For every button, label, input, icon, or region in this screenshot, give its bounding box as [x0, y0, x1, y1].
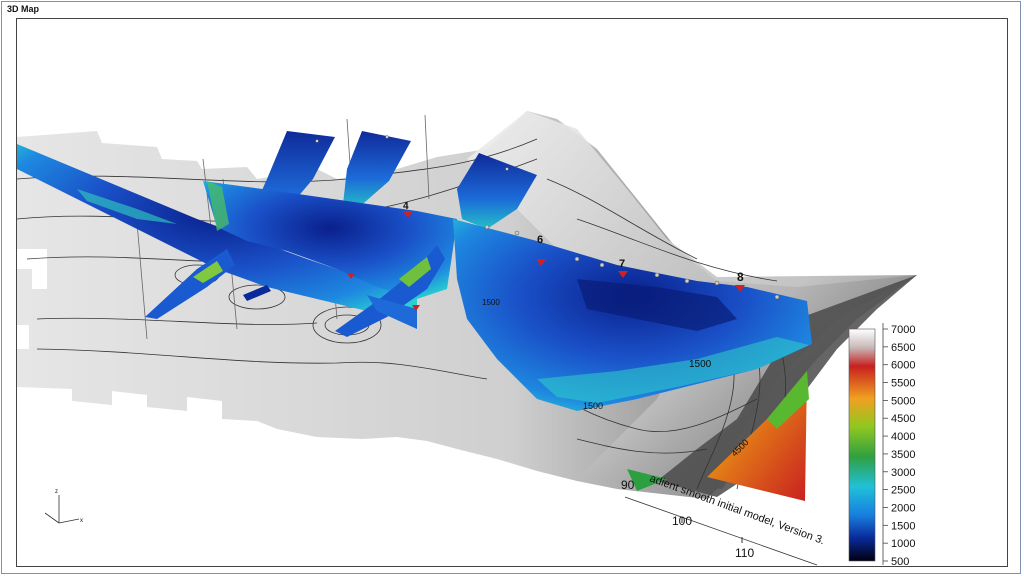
- legend-value-5500: 5500: [891, 378, 915, 390]
- legend-value-6500: 6500: [891, 342, 915, 354]
- window-title: 3D Map: [7, 4, 40, 14]
- legend-value-3500: 3500: [891, 449, 915, 461]
- legend-value-2500: 2500: [891, 485, 915, 497]
- axis-z-label: z: [55, 489, 58, 495]
- contour-label-1500-b: 1500: [583, 401, 603, 411]
- legend-value-2000: 2000: [891, 502, 915, 514]
- orientation-gizmo: [44, 495, 80, 524]
- marker-label-7: 7: [619, 258, 625, 270]
- legend-value-6000: 6000: [891, 360, 915, 372]
- legend-value-5000: 5000: [891, 395, 915, 407]
- axis-x-label: x: [80, 518, 83, 524]
- legend-value-4500: 4500: [891, 413, 915, 425]
- legend-value-1000: 1000: [891, 538, 915, 550]
- legend-value-500: 500: [891, 556, 909, 566]
- legend-value-4000: 4000: [891, 431, 915, 443]
- legend-value-3000: 3000: [891, 467, 915, 479]
- axis-tick-100: 100: [672, 514, 692, 528]
- legend-value-7000: 7000: [891, 324, 915, 336]
- color-legend: 7000 6500 6000 5500 5000 4500 4000 3500 3000 2500…: [848, 323, 915, 566]
- axis-tick-90: 90: [621, 478, 635, 492]
- 3d-map-viewport[interactable]: 4 6 7 8 1500 1500 1500 4500 90 100 110 a…: [16, 18, 1008, 567]
- legend-value-1500: 1500: [891, 520, 915, 532]
- marker-label-8: 8: [737, 270, 744, 284]
- map-window: 3D Map 4 6 7 8 1500 1500 1500 4500 90 10…: [1, 1, 1021, 574]
- axis-tick-110: 110: [735, 546, 754, 560]
- contour-label-1500-a: 1500: [689, 359, 712, 370]
- 3d-scene[interactable]: 4 6 7 8 1500 1500 1500 4500 90 100 110 a…: [17, 19, 1007, 566]
- marker-label-6: 6: [537, 234, 543, 246]
- contour-label-1500-c: 1500: [482, 298, 500, 307]
- legend-labels: 7000 6500 6000 5500 5000 4500 4000 3500 3000 2500…: [883, 324, 915, 566]
- marker-label-4: 4: [403, 201, 409, 212]
